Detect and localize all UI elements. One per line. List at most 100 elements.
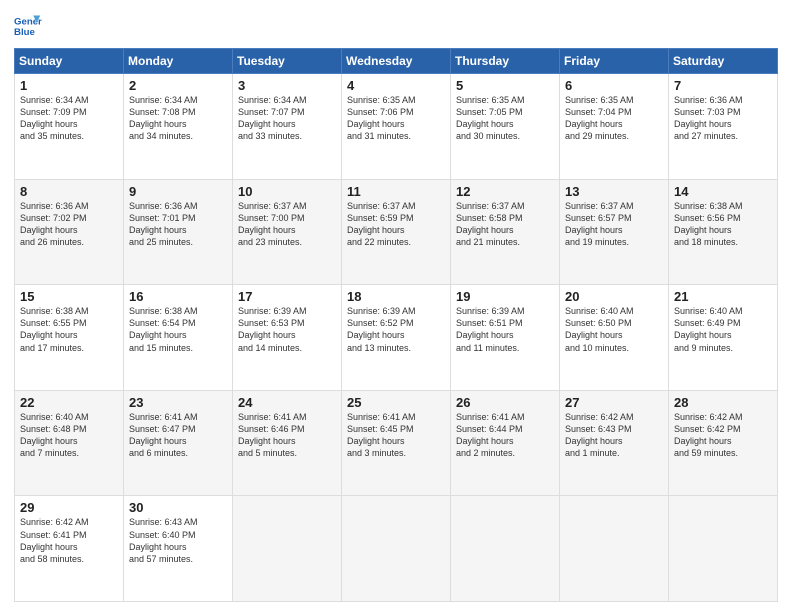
weekday-header-sunday: Sunday <box>15 49 124 74</box>
calendar-cell: 25 Sunrise: 6:41 AMSunset: 6:45 PMDayligh… <box>342 390 451 496</box>
day-number: 20 <box>565 289 663 304</box>
day-number: 28 <box>674 395 772 410</box>
day-number: 29 <box>20 500 118 515</box>
weekday-header-friday: Friday <box>560 49 669 74</box>
day-info: Sunrise: 6:38 AMSunset: 6:54 PMDaylight … <box>129 306 198 352</box>
calendar-cell: 2 Sunrise: 6:34 AMSunset: 7:08 PMDaylight… <box>124 74 233 180</box>
day-info: Sunrise: 6:41 AMSunset: 6:46 PMDaylight … <box>238 412 307 458</box>
day-number: 1 <box>20 78 118 93</box>
calendar-cell: 7 Sunrise: 6:36 AMSunset: 7:03 PMDaylight… <box>669 74 778 180</box>
day-number: 19 <box>456 289 554 304</box>
svg-text:Blue: Blue <box>14 27 35 38</box>
calendar-cell <box>342 496 451 602</box>
calendar-cell: 29 Sunrise: 6:42 AMSunset: 6:41 PMDayligh… <box>15 496 124 602</box>
calendar-cell: 22 Sunrise: 6:40 AMSunset: 6:48 PMDayligh… <box>15 390 124 496</box>
day-number: 5 <box>456 78 554 93</box>
day-number: 21 <box>674 289 772 304</box>
day-info: Sunrise: 6:36 AMSunset: 7:02 PMDaylight … <box>20 201 89 247</box>
day-info: Sunrise: 6:36 AMSunset: 7:03 PMDaylight … <box>674 95 743 141</box>
day-number: 9 <box>129 184 227 199</box>
day-number: 18 <box>347 289 445 304</box>
calendar-cell: 8 Sunrise: 6:36 AMSunset: 7:02 PMDaylight… <box>15 179 124 285</box>
day-number: 16 <box>129 289 227 304</box>
calendar-cell: 26 Sunrise: 6:41 AMSunset: 6:44 PMDayligh… <box>451 390 560 496</box>
day-number: 17 <box>238 289 336 304</box>
calendar-cell: 14 Sunrise: 6:38 AMSunset: 6:56 PMDayligh… <box>669 179 778 285</box>
day-info: Sunrise: 6:43 AMSunset: 6:40 PMDaylight … <box>129 517 198 563</box>
weekday-header-tuesday: Tuesday <box>233 49 342 74</box>
day-info: Sunrise: 6:42 AMSunset: 6:42 PMDaylight … <box>674 412 743 458</box>
day-number: 25 <box>347 395 445 410</box>
day-info: Sunrise: 6:37 AMSunset: 6:59 PMDaylight … <box>347 201 416 247</box>
day-info: Sunrise: 6:41 AMSunset: 6:47 PMDaylight … <box>129 412 198 458</box>
weekday-header-monday: Monday <box>124 49 233 74</box>
calendar-cell: 12 Sunrise: 6:37 AMSunset: 6:58 PMDayligh… <box>451 179 560 285</box>
day-number: 12 <box>456 184 554 199</box>
calendar-cell: 5Sunrise: 6:35 AMSunset: 7:05 PMDaylight… <box>451 74 560 180</box>
calendar-cell <box>451 496 560 602</box>
day-info: Sunrise: 6:38 AMSunset: 6:55 PMDaylight … <box>20 306 89 352</box>
day-info: Sunrise: 6:37 AMSunset: 6:58 PMDaylight … <box>456 201 525 247</box>
calendar-cell <box>560 496 669 602</box>
day-info: Sunrise: 6:41 AMSunset: 6:44 PMDaylight … <box>456 412 525 458</box>
day-number: 22 <box>20 395 118 410</box>
day-info: Sunrise: 6:42 AMSunset: 6:41 PMDaylight … <box>20 517 89 563</box>
weekday-header-saturday: Saturday <box>669 49 778 74</box>
calendar-cell: 30 Sunrise: 6:43 AMSunset: 6:40 PMDayligh… <box>124 496 233 602</box>
day-info: Sunrise: 6:35 AMSunset: 7:04 PMDaylight … <box>565 95 634 141</box>
day-number: 15 <box>20 289 118 304</box>
logo-icon: General Blue <box>14 12 42 40</box>
calendar-cell: 10Sunrise: 6:37 AMSunset: 7:00 PMDayligh… <box>233 179 342 285</box>
day-info: Sunrise: 6:41 AMSunset: 6:45 PMDaylight … <box>347 412 416 458</box>
calendar-cell: 24 Sunrise: 6:41 AMSunset: 6:46 PMDayligh… <box>233 390 342 496</box>
calendar-cell: 20 Sunrise: 6:40 AMSunset: 6:50 PMDayligh… <box>560 285 669 391</box>
day-info: Sunrise: 6:39 AMSunset: 6:52 PMDaylight … <box>347 306 416 352</box>
day-info: Sunrise: 6:34 AMSunset: 7:08 PMDaylight … <box>129 95 198 141</box>
weekday-header-wednesday: Wednesday <box>342 49 451 74</box>
calendar-cell: 15 Sunrise: 6:38 AMSunset: 6:55 PMDayligh… <box>15 285 124 391</box>
calendar-cell: 11 Sunrise: 6:37 AMSunset: 6:59 PMDayligh… <box>342 179 451 285</box>
day-info: Sunrise: 6:40 AMSunset: 6:48 PMDaylight … <box>20 412 89 458</box>
day-number: 2 <box>129 78 227 93</box>
day-number: 24 <box>238 395 336 410</box>
day-number: 11 <box>347 184 445 199</box>
day-number: 3 <box>238 78 336 93</box>
logo: General Blue <box>14 12 42 40</box>
day-number: 10 <box>238 184 336 199</box>
calendar-cell: 21 Sunrise: 6:40 AMSunset: 6:49 PMDayligh… <box>669 285 778 391</box>
calendar-cell <box>669 496 778 602</box>
calendar-cell: 18 Sunrise: 6:39 AMSunset: 6:52 PMDayligh… <box>342 285 451 391</box>
day-number: 23 <box>129 395 227 410</box>
calendar-cell: 28 Sunrise: 6:42 AMSunset: 6:42 PMDayligh… <box>669 390 778 496</box>
day-number: 4 <box>347 78 445 93</box>
calendar-cell: 17 Sunrise: 6:39 AMSunset: 6:53 PMDayligh… <box>233 285 342 391</box>
day-number: 30 <box>129 500 227 515</box>
calendar-cell: 3Sunrise: 6:34 AMSunset: 7:07 PMDaylight… <box>233 74 342 180</box>
day-number: 7 <box>674 78 772 93</box>
day-number: 14 <box>674 184 772 199</box>
calendar-cell: 27 Sunrise: 6:42 AMSunset: 6:43 PMDayligh… <box>560 390 669 496</box>
calendar-cell: 6 Sunrise: 6:35 AMSunset: 7:04 PMDaylight… <box>560 74 669 180</box>
day-info: Sunrise: 6:42 AMSunset: 6:43 PMDaylight … <box>565 412 634 458</box>
calendar-cell <box>233 496 342 602</box>
day-info: Sunrise: 6:40 AMSunset: 6:49 PMDaylight … <box>674 306 743 352</box>
day-info: Sunrise: 6:39 AMSunset: 6:51 PMDaylight … <box>456 306 525 352</box>
day-info: Sunrise: 6:40 AMSunset: 6:50 PMDaylight … <box>565 306 634 352</box>
day-info: Sunrise: 6:35 AMSunset: 7:06 PMDaylight … <box>347 95 416 141</box>
calendar-table: SundayMondayTuesdayWednesdayThursdayFrid… <box>14 48 778 602</box>
calendar-cell: 16 Sunrise: 6:38 AMSunset: 6:54 PMDayligh… <box>124 285 233 391</box>
header: General Blue <box>14 12 778 40</box>
calendar-cell: 13Sunrise: 6:37 AMSunset: 6:57 PMDayligh… <box>560 179 669 285</box>
day-info: Sunrise: 6:38 AMSunset: 6:56 PMDaylight … <box>674 201 743 247</box>
calendar-cell: 9 Sunrise: 6:36 AMSunset: 7:01 PMDaylight… <box>124 179 233 285</box>
day-info: Sunrise: 6:37 AMSunset: 6:57 PMDaylight … <box>565 201 634 247</box>
day-info: Sunrise: 6:36 AMSunset: 7:01 PMDaylight … <box>129 201 198 247</box>
day-info: Sunrise: 6:34 AMSunset: 7:09 PMDaylight … <box>20 95 89 141</box>
day-number: 27 <box>565 395 663 410</box>
day-number: 26 <box>456 395 554 410</box>
day-number: 8 <box>20 184 118 199</box>
day-info: Sunrise: 6:39 AMSunset: 6:53 PMDaylight … <box>238 306 307 352</box>
calendar-cell: 4 Sunrise: 6:35 AMSunset: 7:06 PMDaylight… <box>342 74 451 180</box>
day-number: 6 <box>565 78 663 93</box>
calendar-cell: 1 Sunrise: 6:34 AMSunset: 7:09 PMDaylight… <box>15 74 124 180</box>
